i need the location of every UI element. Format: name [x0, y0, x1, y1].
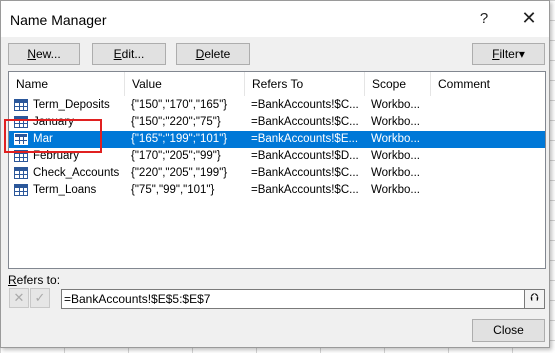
cell-comment	[437, 165, 543, 182]
cell-scope: Workbo...	[371, 133, 420, 145]
named-range-icon	[14, 184, 28, 196]
table-row[interactable]: Term_Loans {"75","99","101"} =BankAccounts…	[9, 182, 545, 199]
named-range-icon	[14, 116, 28, 128]
cell-comment	[437, 114, 543, 131]
dialog-title: Name Manager	[10, 12, 107, 28]
cell-name: January	[33, 116, 74, 128]
column-header-refers-to[interactable]: Refers To	[245, 72, 365, 96]
cell-value: {"220","205","199"}	[131, 167, 228, 179]
table-row[interactable]: Term_Deposits {"150","170","165"} =BankAcc…	[9, 97, 545, 114]
filter-button-label: ilter	[499, 47, 519, 61]
title-bar: Name Manager ? ✕	[1, 1, 549, 37]
cell-value: {"150","170","165"}	[131, 99, 228, 111]
delete-button-mnemonic: D	[195, 47, 205, 61]
cell-name: Term_Loans	[33, 184, 97, 196]
refers-to-mnemonic: R	[8, 273, 17, 287]
cell-refers-to: =BankAccounts!$E...	[251, 133, 359, 145]
named-range-icon	[14, 167, 28, 179]
edit-button[interactable]: Edit...	[92, 43, 166, 65]
collapse-dialog-icon[interactable]: ⮉	[524, 290, 544, 308]
edit-button-mnemonic: E	[113, 47, 122, 61]
chevron-down-icon: ▾	[518, 47, 525, 61]
filter-button[interactable]: Filter▾	[472, 43, 545, 65]
cell-comment	[437, 97, 543, 114]
delete-button-label: elete	[204, 47, 231, 61]
new-button-mnemonic: N	[27, 47, 36, 61]
cell-scope: Workbo...	[371, 150, 420, 162]
refers-to-label: Refers to:	[8, 273, 60, 287]
cell-name: Term_Deposits	[33, 99, 110, 111]
cell-refers-to: =BankAccounts!$D...	[251, 150, 359, 162]
cell-value: {"150";"220";"75"}	[131, 116, 221, 128]
cell-comment	[437, 182, 543, 199]
cell-refers-to: =BankAccounts!$C...	[251, 167, 359, 179]
cell-refers-to: =BankAccounts!$C...	[251, 116, 359, 128]
named-range-icon	[14, 133, 28, 145]
list-header: Name Value Refers To Scope Comment	[9, 72, 545, 96]
named-range-icon	[14, 99, 28, 111]
column-header-scope[interactable]: Scope	[365, 72, 431, 96]
cell-scope: Workbo...	[371, 184, 420, 196]
column-header-comment[interactable]: Comment	[431, 72, 545, 96]
cancel-edit-icon[interactable]: ✕	[9, 288, 29, 308]
table-row[interactable]: January {"150";"220";"75"} =BankAccounts!$…	[9, 114, 545, 131]
delete-button[interactable]: Delete	[176, 43, 250, 65]
cell-name: February	[33, 150, 80, 162]
cell-refers-to: =BankAccounts!$C...	[251, 99, 359, 111]
cell-refers-to: =BankAccounts!$C...	[251, 184, 359, 196]
names-list[interactable]: Name Value Refers To Scope Comment Term_…	[8, 71, 546, 269]
named-range-icon	[14, 150, 28, 162]
cell-scope: Workbo...	[371, 116, 420, 128]
cell-comment	[437, 148, 543, 165]
cell-scope: Workbo...	[371, 167, 420, 179]
cell-name: Check_Accounts	[33, 167, 120, 179]
cell-name: Mar	[33, 133, 53, 145]
new-button-label: ew...	[35, 47, 61, 61]
cell-comment	[437, 131, 543, 148]
table-row[interactable]: Check_Accounts {"220","205","199"} =BankAc…	[9, 165, 545, 182]
edit-button-label: dit...	[121, 47, 145, 61]
cell-value: {"170";"205";"99"}	[131, 150, 221, 162]
cell-value: {"75","99","101"}	[131, 184, 215, 196]
close-icon[interactable]: ✕	[514, 6, 544, 30]
refers-to-input[interactable]: =BankAccounts!$E$5:$E$7	[61, 289, 545, 309]
table-row[interactable]: February {"170";"205";"99"} =BankAccounts!…	[9, 148, 545, 165]
refers-to-label-text: efers to:	[16, 273, 61, 287]
column-header-name[interactable]: Name	[9, 72, 125, 96]
table-row[interactable]: Mar {"165";"199";"101"} =BankAccounts!$E..…	[9, 131, 545, 148]
column-header-value[interactable]: Value	[125, 72, 245, 96]
close-button[interactable]: Close	[472, 319, 545, 342]
help-button[interactable]: ?	[471, 8, 497, 30]
name-manager-dialog: Name Manager ? ✕ New... Edit... Delete F…	[0, 0, 550, 348]
cell-scope: Workbo...	[371, 99, 420, 111]
cell-value: {"165";"199";"101"}	[131, 133, 228, 145]
new-button[interactable]: New...	[8, 43, 80, 65]
refers-to-value: =BankAccounts!$E$5:$E$7	[64, 292, 211, 306]
confirm-edit-icon[interactable]: ✓	[30, 288, 50, 308]
